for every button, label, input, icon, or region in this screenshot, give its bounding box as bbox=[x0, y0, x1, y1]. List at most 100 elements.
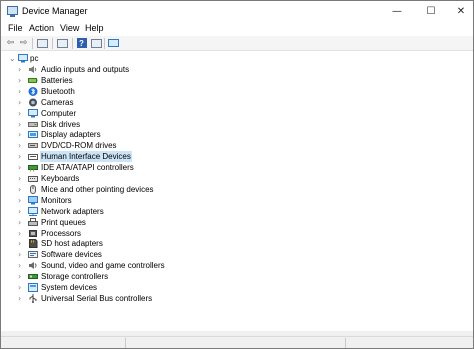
chevron-right-icon[interactable]: › bbox=[18, 151, 26, 162]
toolbar-separator bbox=[52, 38, 53, 49]
scan-hardware-button[interactable] bbox=[107, 37, 120, 49]
network-adapter-icon bbox=[28, 207, 38, 216]
menu-bar: File Action View Help bbox=[1, 21, 473, 36]
hid-icon bbox=[28, 152, 38, 161]
back-button[interactable]: ⇦ bbox=[4, 37, 17, 49]
chevron-down-icon[interactable]: ⌄ bbox=[9, 53, 17, 64]
speaker-icon bbox=[28, 65, 38, 74]
camera-icon bbox=[28, 98, 38, 107]
tree-item[interactable]: › Human Interface Devices bbox=[1, 151, 473, 162]
minimize-button[interactable]: — bbox=[382, 1, 412, 21]
toolbar-separator bbox=[32, 38, 33, 49]
chevron-right-icon[interactable]: › bbox=[18, 75, 26, 86]
tree-root[interactable]: ⌄ pc bbox=[1, 53, 473, 64]
status-divider bbox=[125, 338, 126, 348]
properties-icon bbox=[57, 38, 68, 48]
tree-item[interactable]: › Sound, video and game controllers bbox=[1, 260, 473, 271]
window-title: Device Manager bbox=[22, 6, 88, 16]
chevron-right-icon[interactable]: › bbox=[18, 282, 26, 293]
chevron-right-icon[interactable]: › bbox=[18, 217, 26, 228]
tree-item[interactable]: › Storage controllers bbox=[1, 271, 473, 282]
menu-view[interactable]: View bbox=[60, 23, 79, 33]
chevron-right-icon[interactable]: › bbox=[18, 238, 26, 249]
tree-item[interactable]: › Universal Serial Bus controllers bbox=[1, 293, 473, 304]
toolbar-separator bbox=[104, 38, 105, 49]
tree-root-label: pc bbox=[30, 54, 39, 63]
status-bar bbox=[1, 336, 473, 348]
tree-item-label: Audio inputs and outputs bbox=[41, 65, 130, 74]
title-bar[interactable]: Device Manager — ☐ ✕ bbox=[1, 1, 473, 21]
dvd-drive-icon bbox=[28, 141, 38, 150]
close-button[interactable]: ✕ bbox=[446, 1, 473, 21]
menu-file[interactable]: File bbox=[8, 23, 23, 33]
forward-button[interactable]: ⇨ bbox=[17, 37, 30, 49]
help-button[interactable]: ? bbox=[75, 37, 88, 49]
chevron-right-icon[interactable]: › bbox=[18, 97, 26, 108]
device-manager-window: Device Manager — ☐ ✕ File Action View He… bbox=[0, 0, 474, 349]
tree-item[interactable]: › Batteries bbox=[1, 75, 473, 86]
system-device-icon bbox=[28, 283, 38, 292]
menu-action[interactable]: Action bbox=[29, 23, 54, 33]
chevron-right-icon[interactable]: › bbox=[18, 271, 26, 282]
tree-item-label: DVD/CD-ROM drives bbox=[41, 141, 117, 150]
tree-item-label: Universal Serial Bus controllers bbox=[41, 294, 153, 303]
tree-item[interactable]: › SD host adapters bbox=[1, 238, 473, 249]
tree-item-label: Batteries bbox=[41, 76, 73, 85]
tree-item[interactable]: › Bluetooth bbox=[1, 86, 473, 97]
battery-icon bbox=[28, 76, 38, 85]
computer-icon bbox=[28, 109, 38, 118]
maximize-button[interactable]: ☐ bbox=[416, 1, 446, 21]
tree-item[interactable]: › Software devices bbox=[1, 249, 473, 260]
ide-controller-icon bbox=[28, 163, 38, 172]
tree-item[interactable]: › DVD/CD-ROM drives bbox=[1, 140, 473, 151]
update-driver-button[interactable] bbox=[90, 37, 103, 49]
display-adapter-icon bbox=[28, 130, 38, 139]
tree-item-label: Sound, video and game controllers bbox=[41, 261, 165, 270]
tree-item[interactable]: › Network adapters bbox=[1, 206, 473, 217]
tree-item[interactable]: › Mice and other pointing devices bbox=[1, 184, 473, 195]
chevron-right-icon[interactable]: › bbox=[18, 64, 26, 75]
chevron-right-icon[interactable]: › bbox=[18, 162, 26, 173]
chevron-right-icon[interactable]: › bbox=[18, 195, 26, 206]
chevron-right-icon[interactable]: › bbox=[18, 173, 26, 184]
tree-item[interactable]: › Display adapters bbox=[1, 129, 473, 140]
chevron-right-icon[interactable]: › bbox=[18, 249, 26, 260]
tree-item-label: Print queues bbox=[41, 218, 86, 227]
chevron-right-icon[interactable]: › bbox=[18, 140, 26, 151]
tree-item[interactable]: › Cameras bbox=[1, 97, 473, 108]
status-divider bbox=[345, 338, 346, 348]
tree-item-label: Monitors bbox=[41, 196, 72, 205]
chevron-right-icon[interactable]: › bbox=[18, 260, 26, 271]
tree-item-label: Bluetooth bbox=[41, 87, 75, 96]
toolbar: ⇦ ⇨ ? bbox=[1, 36, 473, 51]
tree-item[interactable]: › Monitors bbox=[1, 195, 473, 206]
chevron-right-icon[interactable]: › bbox=[18, 108, 26, 119]
chevron-right-icon[interactable]: › bbox=[18, 293, 26, 304]
show-hide-console-tree-button[interactable] bbox=[36, 37, 49, 49]
tree-item-label: Network adapters bbox=[41, 207, 104, 216]
keyboard-icon bbox=[28, 174, 38, 183]
tree-item[interactable]: › Audio inputs and outputs bbox=[1, 64, 473, 75]
tree-item[interactable]: › Print queues bbox=[1, 217, 473, 228]
tree-item-label: Mice and other pointing devices bbox=[41, 185, 154, 194]
tree-item-label: Software devices bbox=[41, 250, 102, 259]
tree-item-label: Display adapters bbox=[41, 130, 101, 139]
menu-help[interactable]: Help bbox=[85, 23, 104, 33]
chevron-right-icon[interactable]: › bbox=[18, 206, 26, 217]
tree-item-label: Computer bbox=[41, 109, 77, 118]
help-icon: ? bbox=[76, 38, 87, 48]
tree-item[interactable]: › IDE ATA/ATAPI controllers bbox=[1, 162, 473, 173]
chevron-right-icon[interactable]: › bbox=[18, 86, 26, 97]
update-driver-icon bbox=[91, 38, 102, 48]
tree-item[interactable]: › Computer bbox=[1, 108, 473, 119]
disk-drive-icon bbox=[28, 120, 38, 129]
monitor-scan-icon bbox=[108, 39, 119, 47]
processor-icon bbox=[28, 229, 38, 238]
chevron-right-icon[interactable]: › bbox=[18, 184, 26, 195]
chevron-right-icon[interactable]: › bbox=[18, 129, 26, 140]
software-device-icon bbox=[28, 250, 38, 259]
console-tree-icon bbox=[37, 38, 48, 48]
properties-button[interactable] bbox=[56, 37, 69, 49]
tree-item[interactable]: › Keyboards bbox=[1, 173, 473, 184]
tree-item[interactable]: › System devices bbox=[1, 282, 473, 293]
